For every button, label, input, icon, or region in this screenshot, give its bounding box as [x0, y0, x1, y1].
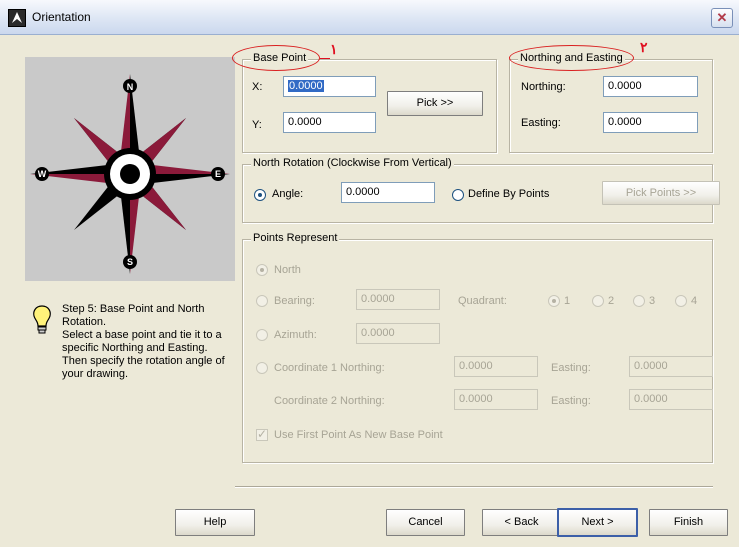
- annotation-line: [320, 58, 330, 59]
- azimuth-field[interactable]: 0.0000: [356, 323, 440, 344]
- tip-line: Then specify the rotation angle of: [62, 355, 225, 367]
- next-button[interactable]: Next >: [557, 508, 638, 537]
- angle-field[interactable]: 0.0000: [341, 182, 435, 203]
- quadrant-2-radio[interactable]: [592, 295, 604, 307]
- quadrant-3-radio[interactable]: [633, 295, 645, 307]
- annotation-circle-northing-easting: [509, 45, 634, 71]
- coord1-easting-label: Easting:: [551, 362, 591, 374]
- step-description: Step 5: Base Point and North Rotation. S…: [62, 303, 240, 381]
- define-by-points-radio[interactable]: [452, 189, 464, 201]
- window-title: Orientation: [32, 10, 91, 24]
- easting-field[interactable]: 0.0000: [603, 112, 698, 133]
- quadrant-3-label: 3: [649, 295, 656, 307]
- y-label: Y:: [252, 119, 262, 131]
- quadrant-4-label: 4: [691, 295, 698, 307]
- compass-image: N S E W: [25, 57, 235, 281]
- tip-line: specific Northing and Easting.: [62, 342, 208, 354]
- back-button[interactable]: < Back: [482, 509, 561, 536]
- north-rotation-legend: North Rotation (Clockwise From Vertical): [251, 157, 454, 169]
- bearing-radio[interactable]: [256, 295, 268, 307]
- northing-label: Northing:: [521, 81, 566, 93]
- footer-separator: [235, 486, 713, 488]
- quadrant-1-radio[interactable]: [548, 295, 560, 307]
- compass-east: E: [215, 169, 221, 179]
- annotation-circle-base-point: [232, 45, 320, 71]
- x-label: X:: [252, 81, 263, 93]
- app-icon: [8, 9, 26, 27]
- coord1-northing-field[interactable]: 0.0000: [454, 356, 538, 377]
- compass-north: N: [127, 82, 134, 92]
- coord2-northing-field[interactable]: 0.0000: [454, 389, 538, 410]
- use-first-point-label: Use First Point As New Base Point: [274, 429, 443, 441]
- points-represent-legend: Points Represent: [251, 232, 340, 244]
- coord1-easting-field[interactable]: 0.0000: [629, 356, 713, 377]
- cancel-button[interactable]: Cancel: [386, 509, 465, 536]
- northing-easting-group: Northing and Easting Northing: 0.0000 Ea…: [509, 52, 713, 153]
- base-x-value: 0.0000: [288, 80, 324, 92]
- base-x-field[interactable]: 0.0000: [283, 76, 376, 97]
- coord2-easting-label: Easting:: [551, 395, 591, 407]
- quadrant-label: Quadrant:: [458, 295, 507, 307]
- quadrant-1-label: 1: [564, 295, 571, 307]
- close-button[interactable]: ✕: [711, 8, 733, 28]
- lightbulb-icon: [31, 304, 53, 336]
- checkmark-icon: ✓: [257, 427, 268, 441]
- bearing-field[interactable]: 0.0000: [356, 289, 440, 310]
- compass-west: W: [38, 169, 47, 179]
- tip-line: your drawing.: [62, 368, 129, 380]
- north-rotation-group: North Rotation (Clockwise From Vertical)…: [242, 157, 720, 223]
- north-radio[interactable]: [256, 264, 268, 276]
- azimuth-radio[interactable]: [256, 329, 268, 341]
- define-by-points-label: Define By Points: [468, 188, 550, 200]
- quadrant-2-label: 2: [608, 295, 615, 307]
- finish-button[interactable]: Finish: [649, 509, 728, 536]
- tip-line: Step 5: Base Point and North: [62, 303, 205, 315]
- coord1-northing-label: Coordinate 1 Northing:: [274, 362, 385, 374]
- azimuth-label: Azimuth:: [274, 329, 317, 341]
- angle-label: Angle:: [272, 188, 304, 200]
- easting-label: Easting:: [521, 117, 561, 129]
- compass-south: S: [127, 257, 133, 267]
- bearing-label: Bearing:: [274, 295, 315, 307]
- base-point-group: Base Point X: 0.0000 Y: 0.0000 Pick >>: [242, 52, 497, 153]
- title-bar[interactable]: Orientation ✕: [0, 0, 739, 35]
- pick-button[interactable]: Pick >>: [387, 91, 483, 116]
- points-represent-group: Points Represent North Bearing: 0.0000 Q…: [242, 232, 713, 463]
- coordinate-radio[interactable]: [256, 362, 268, 374]
- north-label: North: [274, 264, 301, 276]
- help-button[interactable]: Help: [175, 509, 255, 536]
- annotation-marker-2: ٢: [640, 39, 648, 55]
- angle-radio[interactable]: [254, 189, 266, 201]
- northing-field[interactable]: 0.0000: [603, 76, 698, 97]
- pick-points-button[interactable]: Pick Points >>: [602, 181, 720, 205]
- quadrant-4-radio[interactable]: [675, 295, 687, 307]
- annotation-marker-1: ١: [330, 41, 338, 57]
- tip-line: Select a base point and tie it to a: [62, 329, 222, 341]
- tip-line: Rotation.: [62, 316, 107, 328]
- base-y-field[interactable]: 0.0000: [283, 112, 376, 133]
- coord2-easting-field[interactable]: 0.0000: [629, 389, 713, 410]
- coord2-northing-label: Coordinate 2 Northing:: [274, 395, 385, 407]
- use-first-point-checkbox[interactable]: ✓: [256, 427, 268, 441]
- dialog-body: N S E W Step 5: Base Point and North Rot…: [0, 35, 739, 547]
